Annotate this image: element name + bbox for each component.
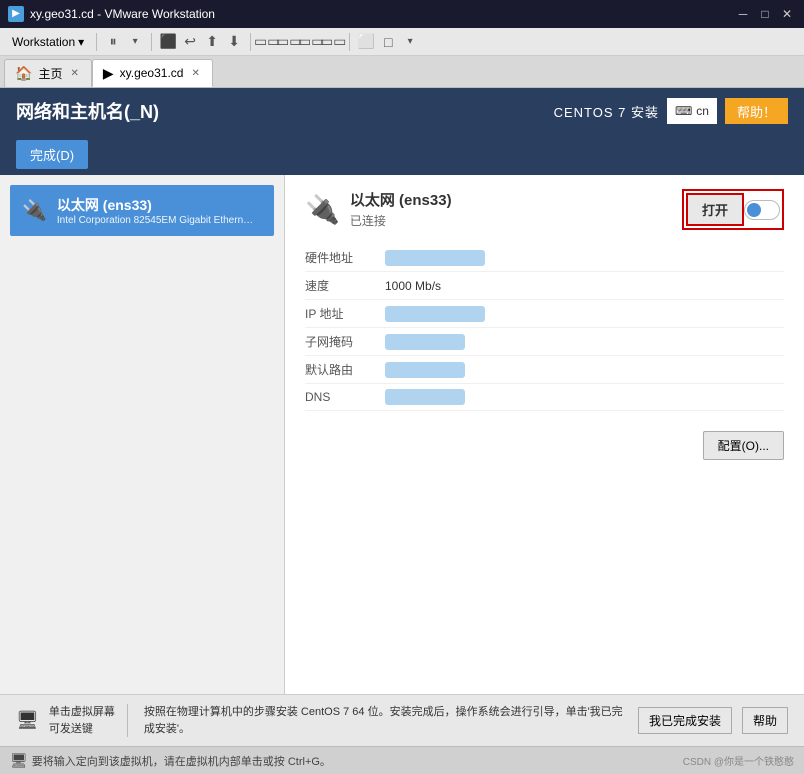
revert-icon[interactable]: ↩ (180, 32, 200, 52)
config-btn-area: 配置(O)... (305, 431, 784, 460)
page-title: 网络和主机名(_N) (16, 98, 159, 124)
route-label: 默认路由 (305, 361, 385, 378)
bottom-hint-text: 单击虚拟屏幕 可发送键 (49, 704, 128, 737)
toggle-switch[interactable] (744, 200, 780, 220)
toolbar-group-3: ▭▭ ▭▭ ▭▭ ▭▭ (257, 32, 343, 52)
status-bar: 🖥 要将输入定向到该虚拟机，请在虚拟机内部单击或按 Ctrl+G。 CSDN @… (0, 746, 804, 774)
network-item-ens33[interactable]: 🔌 以太网 (ens33) Intel Corporation 82545EM … (10, 185, 274, 236)
tab-home-close[interactable]: ✕ (68, 67, 80, 80)
view1-icon[interactable]: ▭▭ (257, 32, 277, 52)
menu-bar: Workstation ▾ ⏸ ▾ ⬛ ↩ ⬆ ⬇ ▭▭ ▭▭ ▭▭ ▭▭ ⬜ … (0, 28, 804, 56)
tab-vm[interactable]: ▶ xy.geo31.cd ✕ (92, 59, 213, 87)
toolbar-group-1: ⏸ ▾ (103, 32, 145, 52)
hardware-label: 硬件地址 (305, 249, 385, 266)
dropdown-arrow-icon: ▾ (78, 35, 84, 49)
ip-label: IP 地址 (305, 305, 385, 322)
speed-value: 1000 Mb/s (385, 279, 441, 293)
route-value (385, 362, 465, 378)
page-header: 网络和主机名(_N) CENTOS 7 安装 ⌨ cn 帮助！ (0, 88, 804, 134)
device-header: 🔌 以太网 (ens33) 已连接 打开 (305, 189, 784, 230)
app-icon: ▶ (8, 6, 24, 22)
config-button[interactable]: 配置(O)... (703, 431, 784, 460)
tab-vm-label: xy.geo31.cd (120, 66, 184, 80)
keyboard-selector[interactable]: ⌨ cn (667, 98, 717, 124)
info-row-ip: IP 地址 (305, 300, 784, 328)
right-panel: 🔌 以太网 (ens33) 已连接 打开 硬件地址 (285, 175, 804, 694)
device-info-left: 🔌 以太网 (ens33) 已连接 (305, 189, 452, 229)
device-icon: 🔌 (305, 193, 340, 226)
ethernet-icon: 🔌 (22, 198, 47, 223)
title-bar: ▶ xy.geo31.cd - VMware Workstation ─ □ ✕ (0, 0, 804, 28)
vm-tab-icon: ▶ (103, 65, 114, 82)
info-row-speed: 速度 1000 Mb/s (305, 272, 784, 300)
window-title: xy.geo31.cd - VMware Workstation (30, 7, 215, 21)
separator-4 (349, 33, 350, 51)
network-item-desc: Intel Corporation 82545EM Gigabit Ethern… (57, 215, 257, 226)
separator-1 (96, 33, 97, 51)
left-panel: 🔌 以太网 (ens33) Intel Corporation 82545EM … (0, 175, 285, 694)
toolbar-group-4: ⬜ □ ▾ (356, 32, 420, 52)
status-icon: 🖥 (10, 752, 28, 769)
fullscreen-icon[interactable]: □ (378, 32, 398, 52)
home-icon: 🏠 (15, 65, 32, 82)
view3-icon[interactable]: ▭▭ (301, 32, 321, 52)
install-label: CENTOS 7 安装 (554, 102, 659, 121)
tab-home[interactable]: 🏠 主页 ✕ (4, 59, 92, 87)
watermark: CSDN @你是一个铁憨憨 (683, 753, 794, 768)
maximize-button[interactable]: □ (756, 5, 774, 23)
info-row-hardware: 硬件地址 (305, 244, 784, 272)
separator-3 (250, 33, 251, 51)
toolbar-group-2: ⬛ ↩ ⬆ ⬇ (158, 32, 244, 52)
keyboard-icon: ⌨ (675, 104, 692, 118)
status-text: 要将输入定向到该虚拟机，请在虚拟机内部单击或按 Ctrl+G。 (32, 753, 331, 769)
view2-icon[interactable]: ▭▭ (279, 32, 299, 52)
suspend-icon[interactable]: ⬆ (202, 32, 222, 52)
device-status: 已连接 (350, 212, 452, 229)
device-details: 以太网 (ens33) 已连接 (350, 189, 452, 229)
keyboard-lang: cn (696, 104, 709, 118)
speed-label: 速度 (305, 277, 385, 294)
ip-value (385, 306, 485, 322)
separator-2 (151, 33, 152, 51)
help-bottom-button[interactable]: 帮助 (742, 707, 788, 734)
left-panel-spacer (10, 246, 274, 694)
dns-label: DNS (305, 390, 385, 404)
hardware-value (385, 250, 485, 266)
pause-icon[interactable]: ⏸ (103, 32, 123, 52)
subnet-value (385, 334, 465, 350)
shutdown-icon[interactable]: ⬇ (224, 32, 244, 52)
info-row-route: 默认路由 (305, 356, 784, 384)
close-button[interactable]: ✕ (778, 5, 796, 23)
complete-button[interactable]: 完成(D) (16, 140, 88, 169)
device-name: 以太网 (ens33) (350, 189, 452, 210)
bottom-text-area: 单击虚拟屏幕 可发送键 按照在物理计算机中的步骤安装 CentOS 7 64 位… (49, 704, 628, 737)
subnet-label: 子网掩码 (305, 333, 385, 350)
dns-value (385, 389, 465, 405)
info-table: 硬件地址 速度 1000 Mb/s IP 地址 子网掩码 (305, 244, 784, 411)
window-icon[interactable]: ⬜ (356, 32, 376, 52)
view4-icon[interactable]: ▭▭ (323, 32, 343, 52)
info-row-subnet: 子网掩码 (305, 328, 784, 356)
tab-vm-close[interactable]: ✕ (189, 67, 201, 80)
toggle-button[interactable]: 打开 (686, 193, 744, 226)
info-row-dns: DNS (305, 384, 784, 411)
tab-home-label: 主页 (38, 65, 62, 82)
help-button[interactable]: 帮助！ (725, 98, 788, 124)
bottom-bar: 🖥 单击虚拟屏幕 可发送键 按照在物理计算机中的步骤安装 CentOS 7 64… (0, 694, 804, 746)
tab-bar: 🏠 主页 ✕ ▶ xy.geo31.cd ✕ (0, 56, 804, 88)
monitor-icon: 🖥 (16, 710, 39, 731)
done-install-button[interactable]: 我已完成安装 (638, 707, 732, 734)
screen-dropdown-icon[interactable]: ▾ (400, 32, 420, 52)
bottom-main-text: 按照在物理计算机中的步骤安装 CentOS 7 64 位。安装完成后，操作系统会… (144, 704, 628, 737)
action-bar: 完成(D) (0, 134, 804, 175)
minimize-button[interactable]: ─ (734, 5, 752, 23)
main-content: 网络和主机名(_N) CENTOS 7 安装 ⌨ cn 帮助！ 完成(D) 🔌 … (0, 88, 804, 694)
network-content: 🔌 以太网 (ens33) Intel Corporation 82545EM … (0, 175, 804, 694)
network-item-name: 以太网 (ens33) (57, 195, 262, 215)
pause-dropdown-icon[interactable]: ▾ (125, 32, 145, 52)
workstation-menu[interactable]: Workstation ▾ (4, 28, 92, 55)
toggle-area-wrapper: 打开 (682, 189, 784, 230)
vm-icon[interactable]: ⬛ (158, 32, 178, 52)
